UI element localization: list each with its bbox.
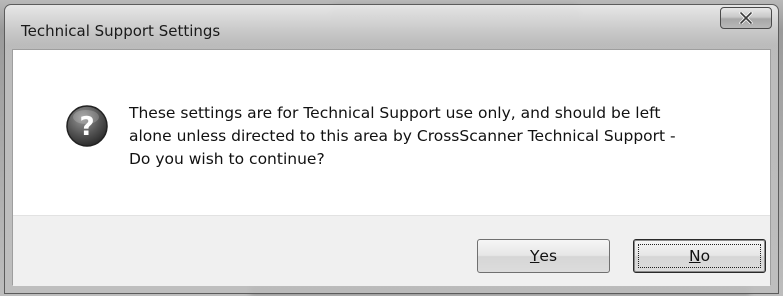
yes-button[interactable]: Yes xyxy=(477,239,610,273)
dialog-title: Technical Support Settings xyxy=(21,22,221,40)
no-button[interactable]: No xyxy=(633,239,766,273)
close-button[interactable] xyxy=(720,7,772,29)
dialog-button-bar: Yes No xyxy=(13,215,770,286)
message-dialog: Technical Support Settings ? These setti… xyxy=(4,4,779,294)
close-icon xyxy=(739,12,753,24)
question-icon: ? xyxy=(66,105,108,147)
dialog-message: These settings are for Technical Support… xyxy=(129,104,676,168)
dialog-titlebar[interactable]: Technical Support Settings xyxy=(5,5,778,40)
focus-ring xyxy=(638,244,761,268)
dialog-client-area: ? These settings are for Technical Suppo… xyxy=(12,49,771,286)
dialog-content: ? These settings are for Technical Suppo… xyxy=(13,50,770,215)
yes-button-mnemonic: Y xyxy=(529,247,540,265)
svg-text:?: ? xyxy=(79,112,94,142)
yes-button-label: es xyxy=(539,247,558,265)
